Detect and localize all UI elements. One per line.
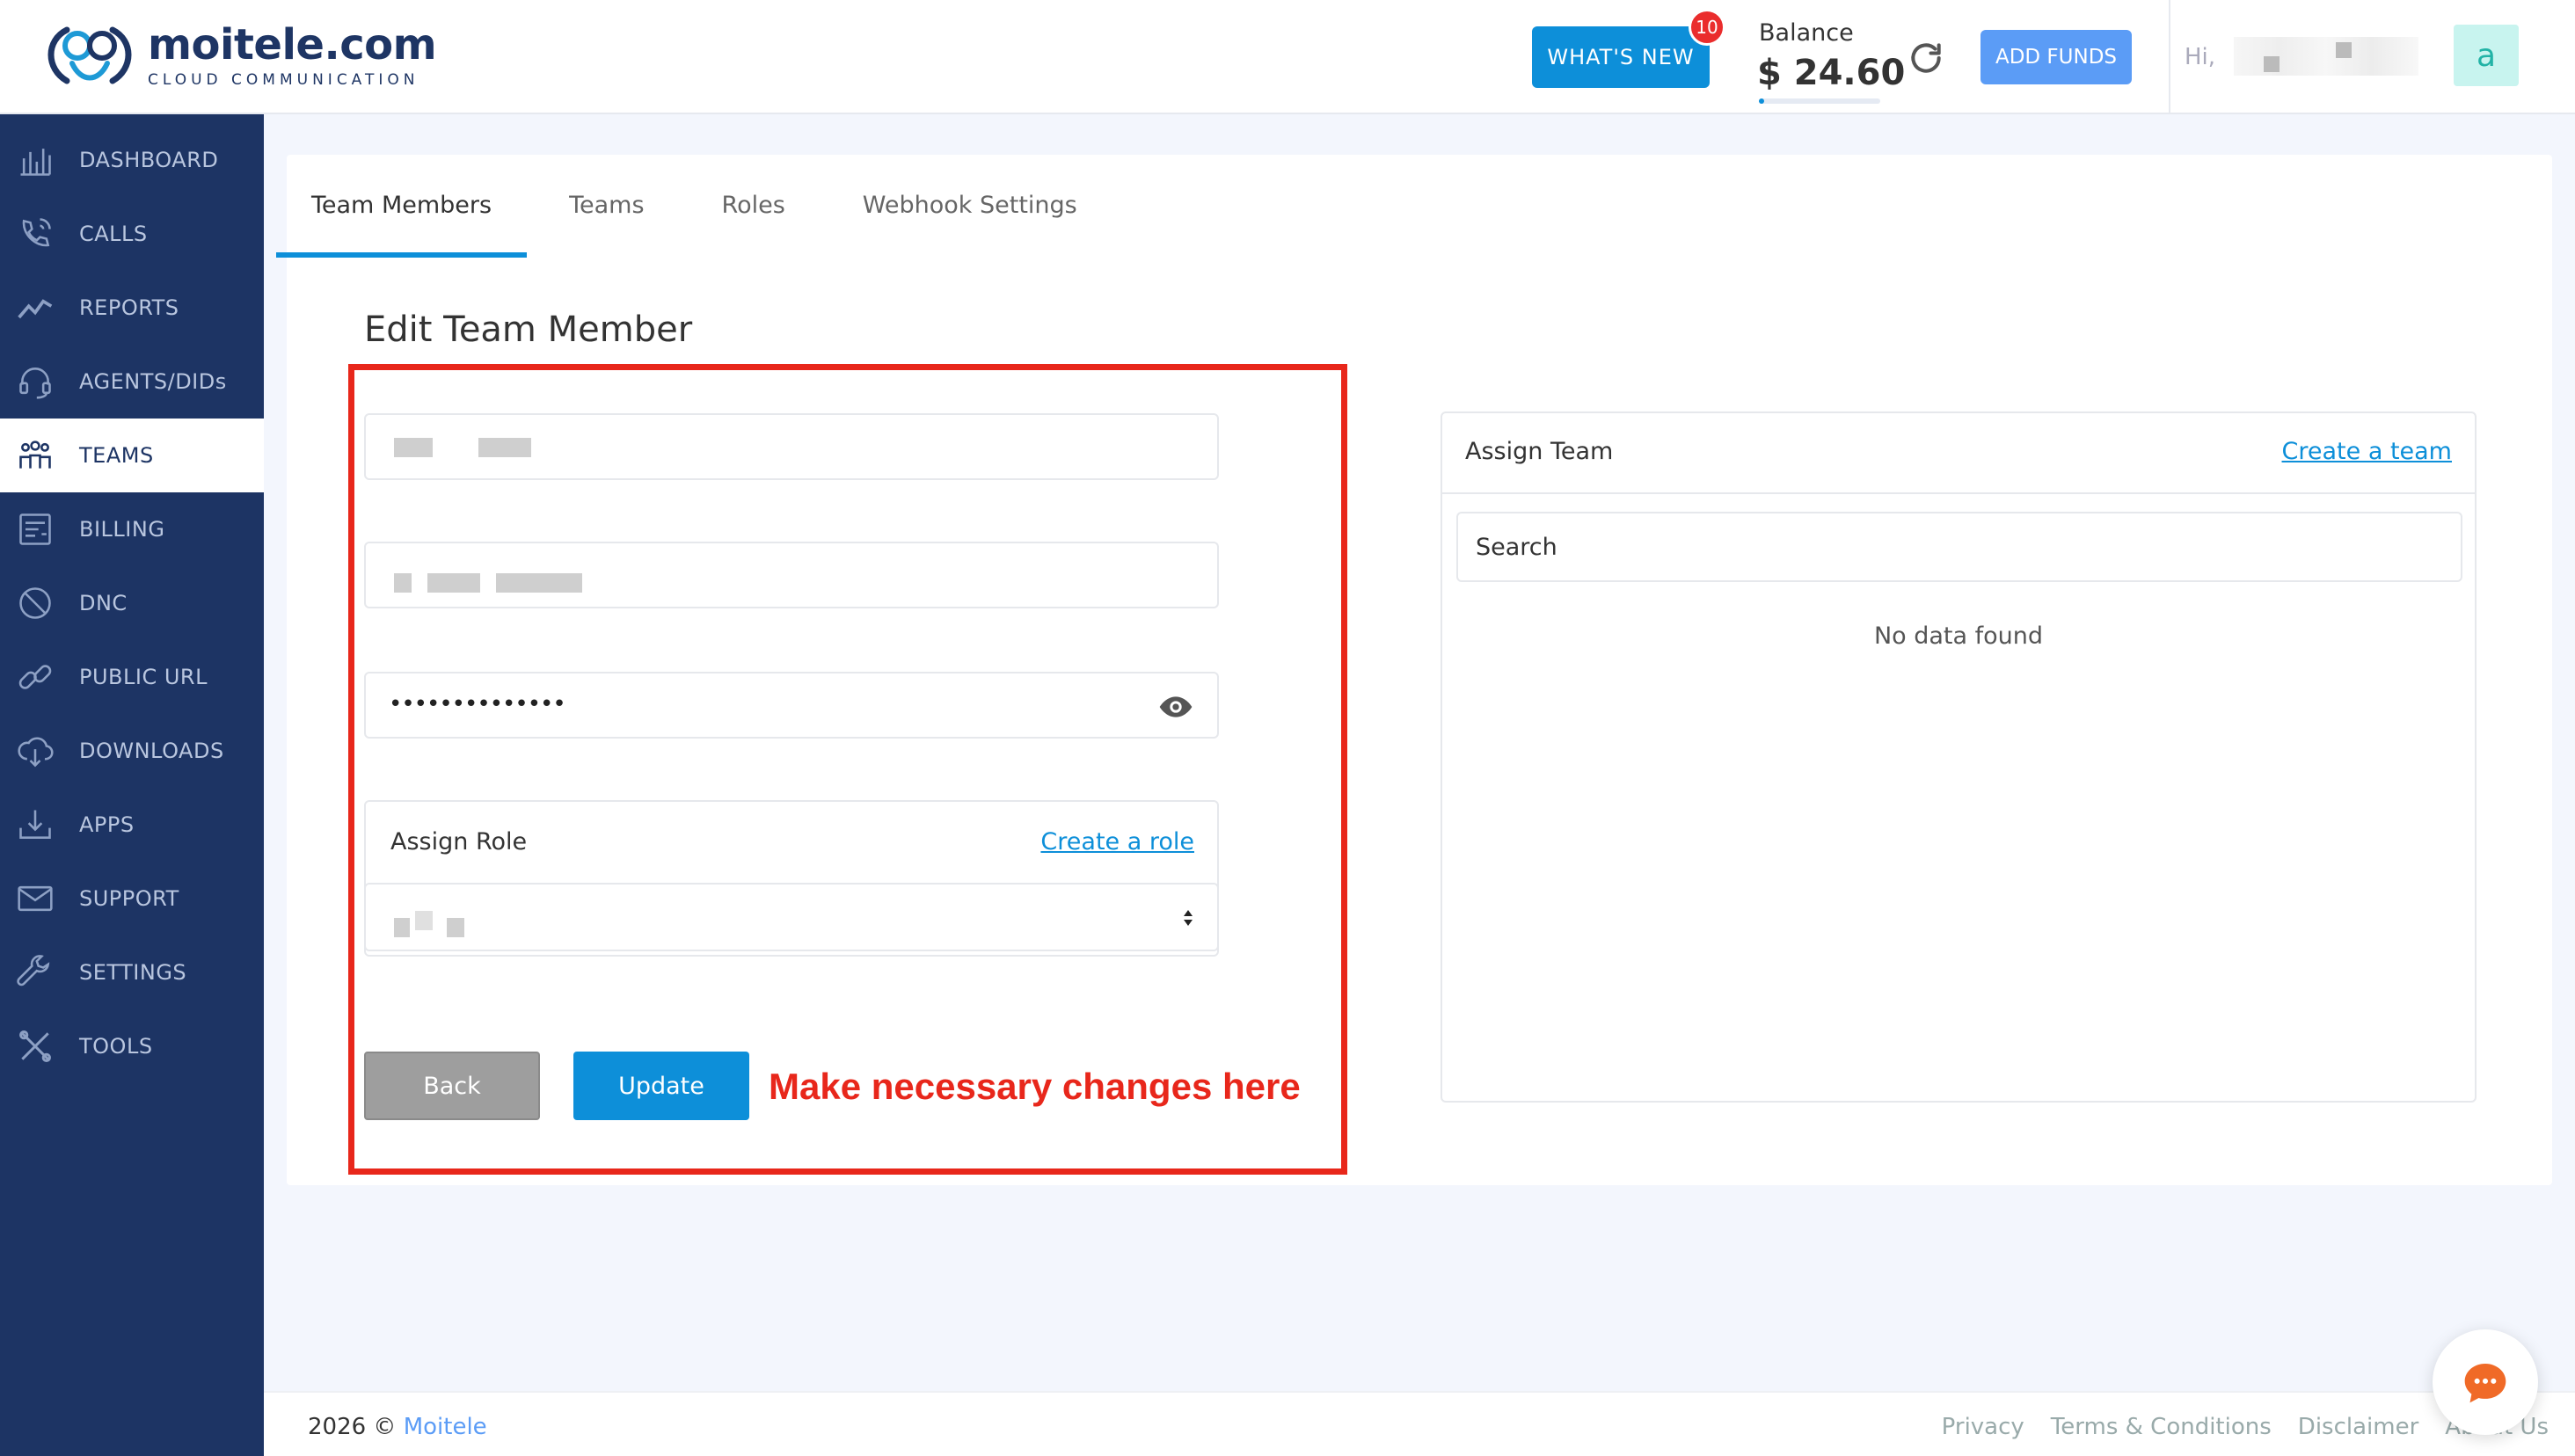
sidebar-item-label: AGENTS/DIDs: [79, 369, 227, 394]
avatar[interactable]: a: [2454, 25, 2519, 86]
redacted-text: [427, 573, 480, 593]
assign-team-panel: Assign Team Create a team No data found: [1441, 411, 2477, 1103]
footer-link-privacy[interactable]: Privacy: [1942, 1414, 2024, 1440]
teams-icon: [19, 440, 51, 469]
select-arrows-icon: [1184, 910, 1193, 926]
apps-icon: [19, 810, 51, 839]
role-select[interactable]: [364, 883, 1219, 951]
tools-icon: [19, 1030, 51, 1062]
footer-link-terms[interactable]: Terms & Conditions: [2051, 1414, 2272, 1440]
sidebar-item-label: DOWNLOADS: [79, 739, 224, 763]
sidebar-item-label: SETTINGS: [79, 960, 187, 985]
mail-icon: [18, 885, 53, 912]
redacted-text: [447, 918, 464, 937]
sidebar-item-label: PUBLIC URL: [79, 665, 208, 689]
balance-progress: [1759, 98, 1880, 104]
username-redacted: [2234, 37, 2418, 76]
assign-team-title: Assign Team: [1465, 438, 1614, 465]
tab-teams[interactable]: Teams: [569, 192, 644, 258]
tab-webhook-settings[interactable]: Webhook Settings: [863, 192, 1077, 258]
email-field[interactable]: [364, 542, 1219, 608]
notification-badge: 10: [1689, 9, 1725, 46]
sidebar-item-billing[interactable]: BILLING: [0, 492, 264, 566]
sidebar-item-agents-dids[interactable]: AGENTS/DIDs: [0, 345, 264, 419]
sidebar-item-public-url[interactable]: PUBLIC URL: [0, 640, 264, 714]
footer: 2026 © Moitele Privacy Terms & Condition…: [264, 1391, 2575, 1456]
redacted-text: [478, 438, 531, 457]
sidebar-item-tools[interactable]: TOOLS: [0, 1009, 264, 1083]
tab-roles[interactable]: Roles: [722, 192, 785, 258]
annotation-text: Make necessary changes here: [769, 1066, 1301, 1107]
sidebar: DASHBOARD CALLS REPORTS AGENTS/DIDs TEAM…: [0, 114, 264, 1456]
chat-widget-button[interactable]: [2433, 1329, 2538, 1435]
redacted-text: [394, 918, 410, 937]
copyright: 2026 © Moitele: [308, 1414, 487, 1440]
sidebar-item-dashboard[interactable]: DASHBOARD: [0, 123, 264, 197]
sidebar-item-calls[interactable]: CALLS: [0, 197, 264, 271]
sidebar-item-label: CALLS: [79, 222, 148, 246]
sidebar-item-teams[interactable]: TEAMS: [0, 419, 264, 492]
redacted-text: [394, 573, 412, 593]
sidebar-item-label: APPS: [79, 812, 135, 837]
dashboard-icon: [20, 149, 51, 176]
sidebar-item-settings[interactable]: SETTINGS: [0, 935, 264, 1009]
sidebar-item-dnc[interactable]: DNC: [0, 566, 264, 640]
create-team-link[interactable]: Create a team: [2282, 438, 2452, 465]
name-field[interactable]: [364, 413, 1219, 480]
sidebar-item-label: TOOLS: [79, 1034, 153, 1059]
redacted-text: [394, 438, 433, 457]
sidebar-item-apps[interactable]: APPS: [0, 788, 264, 862]
calls-icon: [22, 218, 51, 247]
eye-icon[interactable]: [1156, 689, 1196, 724]
wrench-icon: [17, 955, 50, 986]
page-title: Edit Team Member: [364, 309, 693, 350]
assign-role-label: Assign Role: [390, 828, 528, 855]
sidebar-item-label: TEAMS: [79, 443, 154, 468]
whats-new-button[interactable]: WHAT'S NEW: [1532, 26, 1710, 88]
sidebar-item-support[interactable]: SUPPORT: [0, 862, 264, 935]
greeting-text: Hi,: [2185, 44, 2216, 70]
sidebar-item-label: DASHBOARD: [79, 148, 219, 172]
sidebar-item-label: DNC: [79, 591, 128, 615]
redacted-text: [496, 573, 582, 593]
password-value: ••••••••••••••: [389, 691, 566, 717]
assign-team-header: Assign Team Create a team: [1442, 413, 2475, 494]
copyright-year: 2026 ©: [308, 1414, 397, 1440]
team-search-input[interactable]: [1456, 512, 2462, 582]
main-card: Team Members Teams Roles Webhook Setting…: [276, 155, 2552, 1185]
sidebar-item-downloads[interactable]: DOWNLOADS: [0, 714, 264, 788]
logo-mark-icon: [47, 26, 132, 84]
brand-link[interactable]: Moitele: [404, 1414, 487, 1440]
password-field[interactable]: ••••••••••••••: [364, 672, 1219, 739]
footer-link-disclaimer[interactable]: Disclaimer: [2298, 1414, 2418, 1440]
cloud-download-icon: [18, 737, 54, 768]
sidebar-item-label: REPORTS: [79, 295, 179, 320]
balance-label: Balance: [1759, 19, 1854, 47]
add-funds-button[interactable]: ADD FUNDS: [1980, 30, 2132, 84]
tab-bar: Team Members Teams Roles Webhook Setting…: [276, 192, 1155, 258]
update-button[interactable]: Update: [573, 1052, 749, 1120]
headset-icon: [19, 368, 51, 399]
chat-bubble-icon: [2464, 1364, 2506, 1403]
sidebar-item-label: SUPPORT: [79, 886, 179, 911]
logo-name: moitele.com: [148, 20, 437, 69]
reports-icon: [18, 299, 53, 319]
logo[interactable]: moitele.com CLOUD COMMUNICATION: [40, 19, 437, 93]
redacted-text: [415, 911, 433, 930]
empty-state-text: No data found: [1873, 622, 2044, 650]
logo-tagline: CLOUD COMMUNICATION: [148, 71, 419, 89]
dnc-icon: [19, 587, 51, 619]
sidebar-item-reports[interactable]: REPORTS: [0, 271, 264, 345]
sidebar-item-label: BILLING: [79, 517, 165, 542]
billing-icon: [19, 513, 51, 545]
back-button[interactable]: Back: [364, 1052, 540, 1120]
header-divider: [2169, 0, 2170, 114]
tab-team-members[interactable]: Team Members: [276, 192, 528, 258]
create-role-link[interactable]: Create a role: [1040, 828, 1194, 855]
top-header: moitele.com CLOUD COMMUNICATION WHAT'S N…: [0, 0, 2575, 114]
assign-role-panel: Assign Role Create a role: [364, 800, 1219, 957]
link-icon: [18, 665, 52, 689]
refresh-icon[interactable]: [1907, 39, 1945, 77]
balance-value: $ 24.60: [1757, 53, 1906, 93]
